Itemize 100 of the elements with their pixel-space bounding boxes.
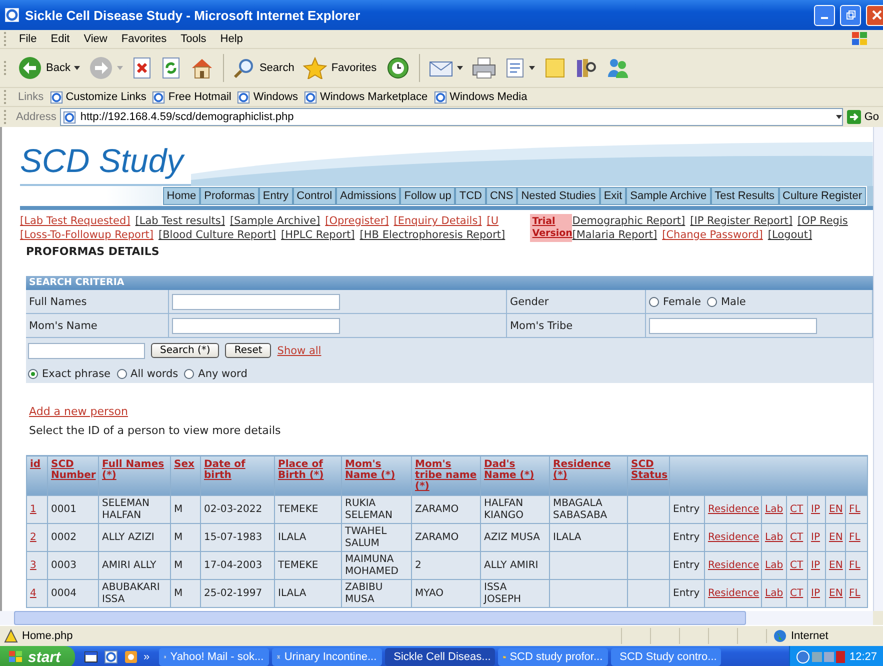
row-action-link[interactable]: EN — [829, 560, 843, 570]
add-person-link[interactable]: Add a new person — [29, 405, 128, 418]
nav-button[interactable]: Follow up — [400, 187, 456, 205]
go-button[interactable]: Go — [847, 110, 883, 124]
row-action-link[interactable]: FL — [849, 588, 860, 598]
row-action-link[interactable]: Residence — [708, 560, 760, 570]
favorite-link[interactable]: Windows Media — [434, 90, 528, 104]
report-link[interactable]: [Lab Test results] — [135, 214, 225, 228]
more-chevron[interactable]: » — [144, 651, 150, 663]
row-action-link[interactable]: Residence — [708, 532, 760, 542]
taskbar-button[interactable]: SCD study profor... — [498, 648, 608, 666]
row-action-link[interactable]: FL — [849, 532, 860, 542]
row-action-link[interactable]: EN — [829, 532, 843, 542]
sort-link[interactable]: Mom's tribe name (*) — [415, 459, 477, 492]
taskbar-button[interactable]: Urinary Incontine... — [272, 648, 382, 666]
reset-button[interactable]: Reset — [225, 343, 272, 358]
nav-button[interactable]: Exit — [600, 187, 626, 205]
sort-link[interactable]: Full Names (*) — [102, 459, 167, 481]
report-link[interactable]: [U — [486, 214, 499, 228]
row-action-link[interactable]: Lab — [765, 560, 784, 570]
sort-link[interactable]: SCD Status — [631, 459, 666, 481]
sort-link[interactable]: Residence (*) — [553, 459, 624, 481]
menu-item[interactable]: Help — [213, 33, 250, 45]
row-action-link[interactable]: FL — [849, 560, 860, 570]
row-action-link[interactable]: EN — [829, 588, 843, 598]
taskbar-button[interactable]: Sickle Cell Diseas... — [384, 648, 495, 666]
row-action-link[interactable]: CT — [790, 504, 804, 514]
report-link[interactable]: [Malaria Report] — [572, 228, 658, 242]
row-action-link[interactable]: IP — [811, 588, 820, 598]
text-field[interactable] — [649, 318, 817, 334]
report-link[interactable]: [IP Register Report] — [690, 214, 792, 228]
nav-button[interactable]: Sample Archive — [626, 187, 711, 205]
row-action-link[interactable]: CT — [790, 560, 804, 570]
taskbar-button[interactable]: SCD Study contro... — [610, 648, 721, 666]
menu-item[interactable]: File — [12, 33, 44, 45]
vertical-scrollbar[interactable] — [873, 127, 883, 611]
sort-link[interactable]: Dad's Name (*) — [484, 459, 546, 481]
radio-button[interactable] — [706, 296, 717, 306]
row-action-link[interactable]: CT — [790, 532, 804, 542]
row-action-link[interactable]: Lab — [765, 504, 784, 514]
row-action-link[interactable]: FL — [849, 504, 860, 514]
sort-link[interactable]: Date of birth — [204, 459, 271, 481]
report-link[interactable]: [Change Password] — [662, 228, 763, 242]
nav-button[interactable]: TCD — [455, 187, 486, 205]
favorite-link[interactable]: Free Hotmail — [152, 90, 232, 104]
show-desktop-icon[interactable] — [84, 651, 98, 663]
nav-button[interactable]: Test Results — [710, 187, 779, 205]
row-action-link[interactable]: Lab — [765, 532, 784, 542]
menu-item[interactable]: Tools — [174, 33, 214, 45]
search-button[interactable]: Search — [230, 55, 298, 81]
report-link[interactable]: [Loss-To-Followup Report] — [20, 228, 154, 242]
nav-button[interactable]: Nested Studies — [517, 187, 600, 205]
row-action-link[interactable]: IP — [811, 532, 820, 542]
maximize-button[interactable] — [840, 4, 861, 26]
report-link[interactable]: [OP Regis — [797, 214, 848, 228]
radio-button[interactable] — [28, 368, 38, 378]
favorite-link[interactable]: Windows Marketplace — [304, 90, 428, 104]
row-action-link[interactable]: IP — [811, 504, 820, 514]
row-action-link[interactable]: EN — [829, 504, 843, 514]
report-link[interactable]: [Opregister] — [325, 214, 389, 228]
search-field[interactable] — [28, 342, 145, 358]
show-all-link[interactable]: Show all — [277, 344, 322, 356]
taskbar-button[interactable]: Yahoo! Mail - sok... — [158, 648, 269, 666]
sort-link[interactable]: SCD Number — [51, 459, 95, 481]
report-link[interactable]: [Enquiry Details] — [394, 214, 482, 228]
row-action-link[interactable]: CT — [790, 588, 804, 598]
row-action-link[interactable]: Residence — [708, 504, 760, 514]
report-link[interactable]: [Blood Culture Report] — [158, 228, 276, 242]
nav-button[interactable]: Culture Register — [778, 187, 866, 205]
row-action-link[interactable]: IP — [811, 560, 820, 570]
row-action-link[interactable]: Lab — [765, 588, 784, 598]
radio-button[interactable] — [184, 368, 194, 378]
favorite-link[interactable]: Windows — [237, 90, 298, 104]
nav-button[interactable]: Home — [162, 187, 200, 205]
sort-link[interactable]: Mom's Name (*) — [345, 459, 408, 481]
menu-item[interactable]: View — [76, 33, 114, 45]
id-link[interactable]: 1 — [30, 504, 36, 514]
report-link[interactable]: [Lab Test Requested] — [20, 214, 130, 228]
row-action-link[interactable]: Residence — [708, 588, 760, 598]
radio-button[interactable] — [649, 296, 659, 306]
sort-link[interactable]: Place of Birth (*) — [278, 459, 338, 481]
trial-badge[interactable]: Trial Version — [530, 214, 572, 242]
nav-button[interactable]: Admissions — [336, 187, 400, 205]
sort-link[interactable]: id — [30, 459, 44, 470]
horizontal-scrollbar[interactable] — [0, 611, 873, 625]
report-link[interactable]: [Sample Archive] — [230, 214, 320, 228]
back-button[interactable]: Back — [15, 54, 84, 82]
minimize-button[interactable] — [814, 4, 835, 26]
radio-button[interactable] — [116, 368, 127, 378]
report-link[interactable]: [Logout] — [768, 228, 812, 242]
favorites-button[interactable]: Favorites — [300, 55, 380, 81]
sort-link[interactable]: Sex — [174, 459, 197, 470]
report-link[interactable]: [HB Electrophoresis Report] — [360, 228, 506, 242]
start-button[interactable]: start — [0, 646, 75, 666]
report-link[interactable]: [HPLC Report] — [281, 228, 355, 242]
menu-item[interactable]: Edit — [44, 33, 77, 45]
report-link[interactable]: Demographic Report] — [572, 214, 686, 228]
id-link[interactable]: 2 — [30, 532, 36, 542]
id-link[interactable]: 3 — [30, 560, 36, 570]
text-field[interactable] — [172, 318, 340, 334]
